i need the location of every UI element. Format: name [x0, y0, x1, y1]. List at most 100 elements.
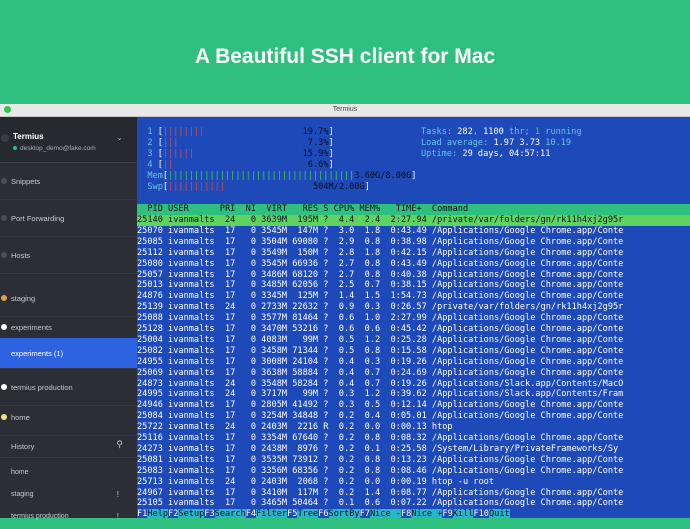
table-row[interactable]: 25112 ivanmalts 17 0 3549M 150M ? 2.8 1.… — [137, 248, 690, 259]
memory-meter: Mem[||||||||||||||||||||||||||||||||||||… — [147, 171, 417, 181]
avatar — [1, 134, 9, 142]
title-bar[interactable]: Termius — [0, 104, 690, 117]
terminal-view[interactable]: 1 [|||||||| 19.7%] 2 [||| 7.3%] 3 [|||||… — [137, 117, 690, 518]
table-row[interactable]: 25084 ivanmalts 17 0 3254M 34848 ? 0.2 0… — [137, 411, 690, 422]
function-key-label[interactable]: Help — [147, 509, 169, 518]
app-window: Termius Termius desktop_demo@fake.com ⌄ … — [0, 104, 690, 521]
table-row[interactable]: 25139 ivanmalts 24 0 2733M 22632 ? 0.9 0… — [137, 302, 690, 313]
sidebar-item-snippets[interactable]: Snippets — [0, 163, 137, 200]
sidebar-item-label: home — [11, 413, 30, 422]
table-row[interactable]: 24946 ivanmalts 17 0 2805M 41492 ? 0.3 0… — [137, 400, 690, 411]
function-key[interactable]: F1 — [137, 509, 147, 518]
load-average-line: Load average: 1.97 3.73 10.19 — [421, 138, 572, 148]
tag-dot-icon — [1, 295, 7, 301]
table-row[interactable]: 25088 ivanmalts 17 0 3577M 81464 ? 0.6 1… — [137, 313, 690, 324]
table-row[interactable]: 25004 ivanmalts 17 0 4083M 99M ? 0.5 1.2… — [137, 335, 690, 346]
sidebar: Termius desktop_demo@fake.com ⌄ Snippets… — [0, 117, 137, 521]
history-label: History — [11, 442, 35, 451]
table-row[interactable]: 25085 ivanmalts 17 0 3504M 69080 ? 2.9 0… — [137, 237, 690, 248]
port-forwarding-icon — [1, 215, 7, 221]
function-key[interactable]: F6 — [318, 509, 328, 518]
tasks-line: Tasks: 282, 1100 thr; 1 running — [421, 127, 582, 137]
function-key-label[interactable]: Nice + — [411, 509, 443, 518]
function-key-label[interactable]: Nice - — [369, 509, 401, 518]
search-icon[interactable]: ⚲ — [116, 439, 123, 450]
table-row[interactable]: 24273 ivanmalts 17 0 2438M 8976 ? 0.2 0.… — [137, 444, 690, 455]
account-header[interactable]: Termius desktop_demo@fake.com ⌄ — [0, 117, 137, 163]
account-email: desktop_demo@fake.com — [13, 145, 96, 152]
table-row[interactable]: 25080 ivanmalts 17 0 3545M 66936 ? 2.7 0… — [137, 259, 690, 270]
account-email-text: desktop_demo@fake.com — [20, 145, 96, 152]
window-title: Termius — [332, 106, 358, 113]
table-row[interactable]: 25105 ivanmalts 17 0 3465M 50464 ? 0.1 0… — [137, 498, 690, 509]
function-key[interactable]: F10 — [473, 509, 489, 518]
sidebar-item-label: termius production — [11, 383, 73, 392]
table-row[interactable]: 25082 ivanmalts 17 0 3458M 71344 ? 0.5 0… — [137, 346, 690, 357]
warning-icon: ! — [116, 512, 119, 521]
banner-title: A Beautiful SSH client for Mac — [194, 45, 496, 68]
tag-dot-icon — [1, 384, 7, 390]
tag-dot-icon — [1, 324, 7, 330]
table-row[interactable]: 25070 ivanmalts 17 0 3545M 147M ? 3.0 1.… — [137, 226, 690, 237]
tag-dot-icon — [1, 414, 7, 420]
function-key-label[interactable]: Setup — [178, 509, 205, 518]
history-item-label: termius production — [11, 513, 69, 520]
swap-meter: Swp[||||||||||| 504M/2.00G] — [147, 182, 370, 192]
function-key-bar: F1HelpF2SetupF3SearchF4FilterF5TreeF6Sor… — [137, 509, 690, 518]
table-row[interactable]: 24955 ivanmalts 17 0 3008M 24104 ? 0.4 0… — [137, 357, 690, 368]
sidebar-item-label: experiments — [11, 323, 52, 332]
history-header[interactable]: History ⚲ — [0, 435, 137, 458]
table-row[interactable]: 25128 ivanmalts 17 0 3470M 53216 ? 0.6 0… — [137, 324, 690, 335]
hosts-icon — [1, 252, 7, 258]
table-row[interactable]: 25713 ivanmalts 24 0 2403M 2068 ? 0.2 0.… — [137, 477, 690, 488]
history-item-label: home — [11, 469, 29, 476]
process-table-header[interactable]: PID USER PRI NI VIRT RES S CPU% MEM% TIM… — [137, 204, 690, 215]
table-row[interactable]: 25081 ivanmalts 17 0 3535M 73912 ? 0.2 0… — [137, 455, 690, 466]
sidebar-item-label: Snippets — [11, 177, 41, 186]
online-status-dot — [13, 146, 17, 151]
table-row[interactable]: 25069 ivanmalts 17 0 3638M 58884 ? 0.4 0… — [137, 368, 690, 379]
table-row[interactable]: 25083 ivanmalts 17 0 3356M 68356 ? 0.2 0… — [137, 466, 690, 477]
sidebar-item-label: staging — [11, 294, 36, 303]
function-key-label[interactable]: Search — [214, 509, 246, 518]
table-row[interactable]: 24995 ivanmalts 24 0 3717M 99M ? 0.3 1.2… — [137, 389, 690, 400]
table-row[interactable]: 24873 ivanmalts 24 0 3548M 58284 ? 0.4 0… — [137, 379, 690, 390]
function-key[interactable]: F8 — [401, 509, 411, 518]
sidebar-item-home[interactable]: home — [0, 399, 137, 436]
function-key-label[interactable]: Kill — [452, 509, 474, 518]
history-item-staging[interactable]: staging ! — [0, 485, 137, 507]
sidebar-item-experiments-1[interactable]: experiments (1) — [0, 338, 137, 369]
sidebar-item-label: Hosts — [11, 251, 31, 260]
function-key-label[interactable]: SortBy — [328, 509, 360, 518]
function-key-label[interactable]: Filter — [256, 509, 288, 518]
sidebar-item-port-forwarding[interactable]: Port Forwarding — [0, 200, 137, 237]
table-row[interactable]: 25013 ivanmalts 17 0 3485M 62056 ? 2.5 0… — [137, 280, 690, 291]
table-row-selected[interactable]: 25140 ivanmalts 24 0 3639M 195M ? 4.4 2.… — [137, 215, 690, 226]
function-key[interactable]: F9 — [442, 509, 452, 518]
history-item-termius-production[interactable]: termius production ! — [0, 507, 137, 529]
chevron-down-icon[interactable]: ⌄ — [116, 133, 123, 142]
function-key[interactable]: F3 — [204, 509, 214, 518]
history-item-label: staging — [11, 491, 34, 498]
cpu-meter-4: 4 [|| 6.6%] — [147, 160, 334, 170]
table-row[interactable]: 24876 ivanmalts 17 0 3345M 125M ? 1.4 1.… — [137, 291, 690, 302]
function-key-label[interactable]: Tree — [297, 509, 319, 518]
history-item-home[interactable]: home — [0, 463, 137, 485]
function-key[interactable]: F2 — [168, 509, 178, 518]
function-key[interactable]: F4 — [246, 509, 256, 518]
table-row[interactable]: 25722 ivanmalts 24 0 2403M 2216 R 0.2 0.… — [137, 422, 690, 433]
table-row[interactable]: 25057 ivanmalts 17 0 3486M 68120 ? 2.7 0… — [137, 270, 690, 281]
warning-icon: ! — [116, 490, 119, 499]
account-name: Termius — [13, 132, 44, 141]
snippets-icon — [1, 178, 7, 184]
banner: A Beautiful SSH client for Mac — [0, 0, 690, 104]
sidebar-item-hosts[interactable]: Hosts — [0, 237, 137, 274]
function-key[interactable]: F7 — [360, 509, 370, 518]
table-row[interactable]: 25116 ivanmalts 17 0 3354M 67640 ? 0.2 0… — [137, 433, 690, 444]
uptime-line: Uptime: 29 days, 04:57:11 — [421, 149, 551, 159]
sidebar-item-label: experiments (1) — [11, 349, 64, 358]
sidebar-item-label: Port Forwarding — [11, 214, 65, 223]
table-row[interactable]: 24967 ivanmalts 17 0 3410M 117M ? 0.2 1.… — [137, 488, 690, 499]
function-key[interactable]: F5 — [287, 509, 297, 518]
function-key-label[interactable]: Quit — [488, 509, 510, 518]
